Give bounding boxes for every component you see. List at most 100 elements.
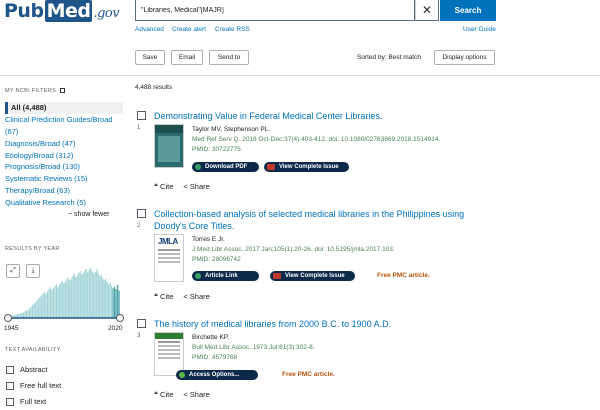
- filter-diagnosis[interactable]: Diagnosis/Broad (47): [5, 138, 123, 150]
- year-bar: [82, 272, 84, 318]
- filter-clinical-prediction-count[interactable]: (67): [5, 126, 123, 138]
- share-label: Share: [189, 390, 210, 399]
- filter-etiology[interactable]: Etiology/Broad (312): [5, 150, 123, 162]
- result-number: 1: [137, 125, 141, 131]
- text-availability-heading: TEXT AVAILABILITY: [5, 347, 61, 353]
- access-options-label: Access Options...: [189, 372, 240, 378]
- expand-chart-icon[interactable]: ⤢: [6, 264, 20, 278]
- result-title[interactable]: Collection-based analysis of selected me…: [154, 208, 474, 232]
- year-bar: [106, 281, 108, 318]
- cite-action[interactable]: ❝ Cite: [154, 182, 173, 191]
- year-bar: [60, 282, 62, 318]
- result-title[interactable]: Demonstrating Value in Federal Medical C…: [154, 110, 474, 122]
- create-alert-link[interactable]: Create alert: [172, 26, 206, 33]
- result-title[interactable]: The history of medical libraries from 20…: [154, 318, 474, 330]
- my-ncbi-filters-heading[interactable]: MY NCBI FILTERS: [5, 88, 66, 94]
- download-pdf-button[interactable]: Download PDF: [192, 162, 259, 172]
- user-guide-link[interactable]: User Guide: [463, 26, 496, 33]
- quote-icon: ❝: [154, 182, 159, 191]
- result-checkbox[interactable]: [137, 209, 146, 218]
- abstract-checkbox[interactable]: [6, 365, 14, 374]
- year-bar: [36, 300, 38, 318]
- create-rss-link[interactable]: Create RSS: [215, 26, 250, 33]
- result-item: 2 Collection-based analysis of selected …: [135, 208, 595, 303]
- year-end-handle[interactable]: [116, 314, 124, 322]
- full-text-filter[interactable]: Full text: [6, 397, 46, 406]
- year-bar: [111, 285, 113, 318]
- view-complete-issue-button[interactable]: View Complete Issue: [264, 162, 349, 172]
- article-link-button[interactable]: Article Link: [192, 271, 259, 281]
- year-bar: [75, 276, 77, 318]
- clear-search-icon[interactable]: ✕: [415, 0, 439, 21]
- sorted-by-label[interactable]: Sorted by: Best match: [357, 54, 421, 61]
- year-bar: [118, 290, 120, 318]
- year-bar: [46, 291, 49, 318]
- journal-cover-thumbnail[interactable]: JMLA: [154, 234, 184, 282]
- result-meta: Taylor MV, Stephenson PL. Med Ref Serv Q…: [192, 125, 440, 155]
- advanced-link[interactable]: Advanced: [135, 26, 164, 33]
- send-to-button[interactable]: Send to: [209, 50, 249, 65]
- email-button[interactable]: Email: [171, 50, 203, 65]
- year-bar: [64, 281, 66, 318]
- result-meta: Torres E Jr. J Med Libr Assoc. 2017 Jan;…: [192, 235, 395, 265]
- share-label: Share: [189, 292, 210, 301]
- share-action[interactable]: < Share: [183, 390, 209, 399]
- year-chart-svg: [4, 268, 124, 322]
- show-fewer-link[interactable]: − show fewer: [68, 211, 109, 218]
- cite-label: Cite: [160, 292, 174, 301]
- filter-therapy[interactable]: Therapy/Broad (63): [5, 185, 123, 197]
- year-bar: [79, 271, 81, 318]
- download-chart-icon[interactable]: ⤓: [26, 264, 40, 278]
- result-checkbox[interactable]: [137, 319, 146, 328]
- year-bar: [25, 310, 28, 318]
- results-count: 4,488 results: [135, 84, 173, 91]
- result-checkbox[interactable]: [137, 111, 146, 120]
- save-button[interactable]: Save: [135, 50, 165, 65]
- free-full-text-checkbox[interactable]: [6, 381, 14, 390]
- result-pmid: PMID: 30722775: [192, 146, 241, 153]
- filter-qualitative-research[interactable]: Qualitative Research (5): [5, 197, 123, 209]
- journal-cover-thumbnail[interactable]: [154, 124, 184, 168]
- free-full-text-filter[interactable]: Free full text: [6, 381, 61, 390]
- filter-systematic-reviews[interactable]: Systematic Reviews (15): [5, 173, 123, 185]
- abstract-label: Abstract: [20, 365, 48, 374]
- year-bar: [66, 279, 68, 318]
- year-bar: [69, 280, 71, 318]
- filter-prognosis[interactable]: Prognosis/Broad (130): [5, 161, 123, 173]
- share-action[interactable]: < Share: [183, 292, 209, 301]
- year-bar: [22, 312, 25, 318]
- issue-icon: [273, 273, 281, 279]
- year-bar: [40, 295, 43, 318]
- search-input[interactable]: [135, 0, 415, 21]
- display-options-button[interactable]: Display options: [434, 50, 495, 65]
- logo-pub: Pub: [4, 0, 44, 22]
- external-link-icon: [60, 88, 66, 94]
- year-bar: [70, 278, 72, 318]
- abstract-filter[interactable]: Abstract: [6, 365, 48, 374]
- year-bar: [85, 268, 87, 318]
- pubmed-logo[interactable]: Pub Med .gov: [4, 0, 120, 22]
- cite-action[interactable]: ❝ Cite: [154, 292, 173, 301]
- view-issue-label: View Complete Issue: [279, 164, 339, 170]
- search-button[interactable]: Search: [440, 0, 496, 21]
- year-bar: [81, 274, 83, 318]
- view-complete-issue-button[interactable]: View Complete Issue: [270, 271, 355, 281]
- access-options-button[interactable]: Access Options...: [176, 370, 258, 380]
- cite-action[interactable]: ❝ Cite: [154, 390, 173, 399]
- year-start-handle[interactable]: [4, 314, 12, 322]
- year-bar: [91, 271, 93, 318]
- filter-all[interactable]: All (4,488): [5, 102, 123, 114]
- full-text-checkbox[interactable]: [6, 397, 14, 406]
- result-actions: ❝ Cite < Share: [154, 182, 210, 191]
- share-icon: <: [183, 182, 188, 191]
- year-bar: [51, 289, 53, 318]
- result-actions: ❝ Cite < Share: [154, 292, 210, 301]
- download-pdf-label: Download PDF: [205, 164, 248, 170]
- year-bar: [45, 293, 47, 318]
- filter-clinical-prediction[interactable]: Clinical Prediction Guides/Broad: [5, 114, 123, 126]
- year-bar: [37, 298, 40, 318]
- results-by-year-chart[interactable]: ⤢ ⤓: [4, 262, 124, 322]
- share-action[interactable]: < Share: [183, 182, 209, 191]
- year-bar: [112, 288, 114, 318]
- year-bar: [88, 269, 90, 318]
